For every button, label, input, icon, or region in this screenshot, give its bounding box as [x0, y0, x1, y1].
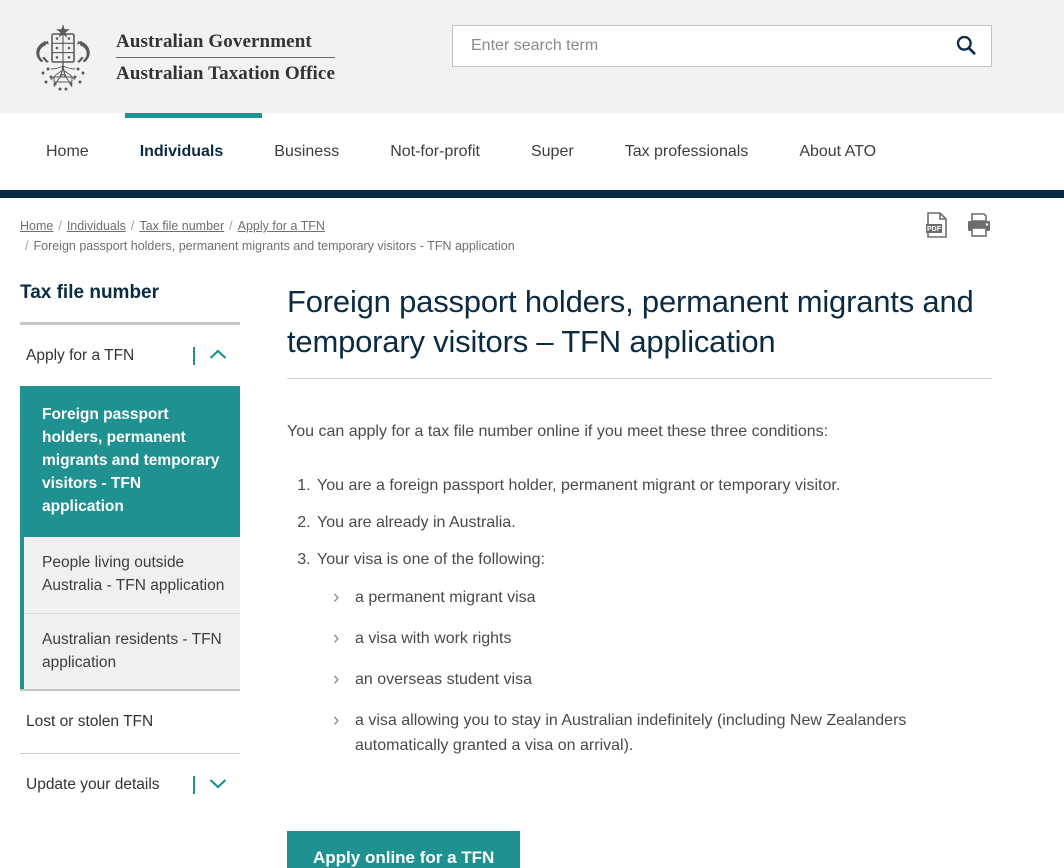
visa-item: a permanent migrant visa — [329, 583, 992, 612]
breadcrumb-separator: / — [25, 239, 29, 253]
sidebar-item-people-living-outside-australia[interactable]: People living outside Australia - TFN ap… — [24, 537, 240, 614]
breadcrumb-separator: / — [229, 219, 233, 233]
intro-paragraph: You can apply for a tax file number onli… — [287, 423, 829, 441]
condition-text: Your visa is one of the following: — [317, 551, 545, 569]
pdf-download-icon[interactable]: PDF — [925, 212, 949, 238]
sidebar-item-lost-or-stolen-tfn[interactable]: Lost or stolen TFN — [20, 691, 240, 755]
main-navigation[interactable]: Home Individuals Business Not-for-profit… — [0, 113, 1064, 190]
nav-item-home[interactable]: Home — [46, 143, 89, 161]
brand-line-ato: Australian Taxation Office — [116, 63, 336, 84]
nav-item-business[interactable]: Business — [274, 143, 339, 161]
nav-items: Home Individuals Business Not-for-profit… — [0, 113, 1064, 190]
active-tab-indicator — [125, 113, 262, 118]
page-layout: Tax file number Apply for a TFN Foreign … — [0, 256, 1064, 868]
breadcrumb-separator: / — [130, 219, 135, 233]
main-content: Foreign passport holders, permanent migr… — [240, 282, 1064, 868]
sidebar-sub-list: Foreign passport holders, permanent migr… — [20, 386, 240, 690]
sidebar-title: Tax file number — [20, 282, 160, 303]
visa-list: a permanent migrant visa a visa with wor… — [317, 583, 992, 759]
print-icon[interactable] — [966, 212, 992, 238]
chevron-down-icon — [209, 776, 227, 794]
condition-item: You are a foreign passport holder, perma… — [315, 474, 992, 498]
nav-item-about-ato[interactable]: About ATO — [799, 143, 876, 161]
sidebar-item-foreign-passport-holders[interactable]: Foreign passport holders, permanent migr… — [24, 386, 240, 537]
sidebar-item-australian-residents[interactable]: Australian residents - TFN application — [24, 614, 240, 690]
brand-text: Australian Government Australian Taxatio… — [116, 27, 336, 86]
visa-item: an overseas student visa — [329, 665, 992, 694]
sidebar-group-toggle[interactable] — [193, 776, 240, 795]
conditions-list: You are a foreign passport holder, perma… — [287, 474, 992, 758]
visa-item: a visa allowing you to stay in Australia… — [329, 706, 992, 759]
search-icon — [955, 34, 977, 59]
search-button[interactable] — [953, 34, 979, 59]
breadcrumb-link-home[interactable]: Home — [20, 219, 53, 233]
sidebar-group-label: Apply for a TFN — [26, 347, 135, 364]
nav-item-tax-professionals[interactable]: Tax professionals — [625, 143, 749, 161]
breadcrumb: Home / Individuals / Tax file number / Apply f… — [0, 198, 720, 256]
page-title-rule — [287, 378, 992, 380]
breadcrumb-link-apply-for-a-tfn[interactable]: Apply for a TFN — [238, 219, 325, 233]
visa-item: a visa with work rights — [329, 624, 992, 653]
search-input[interactable] — [469, 26, 953, 66]
page-title: Foreign passport holders, permanent migr… — [287, 284, 974, 359]
condition-item: You are already in Australia. — [315, 511, 992, 535]
breadcrumb-link-tax-file-number[interactable]: Tax file number — [139, 219, 224, 233]
sidebar-group-label: Update your details — [26, 776, 160, 794]
apply-online-button[interactable]: Apply online for a TFN — [287, 831, 521, 868]
nav-item-individuals[interactable]: Individuals — [140, 143, 224, 161]
sidebar-group-toggle[interactable] — [193, 347, 240, 365]
svg-text:PDF: PDF — [927, 226, 942, 233]
brand-lockup[interactable]: Australian Government Australian Taxatio… — [18, 20, 336, 94]
condition-item: Your visa is one of the following: a per… — [315, 548, 992, 758]
sidebar-group-update-your-details[interactable]: Update your details — [20, 754, 240, 815]
brand-line-government: Australian Government — [116, 31, 312, 53]
breadcrumb-link-individuals[interactable]: Individuals — [67, 219, 126, 233]
page-tools: PDF — [925, 212, 992, 238]
chevron-up-icon — [209, 347, 227, 365]
australian-coat-of-arms-icon — [18, 20, 108, 94]
breadcrumb-separator: / — [58, 219, 62, 233]
brand-divider — [116, 57, 336, 58]
site-header: Australian Government Australian Taxatio… — [0, 0, 1064, 113]
nav-bottom-rule — [0, 190, 1064, 198]
site-search[interactable] — [452, 25, 992, 67]
nav-item-super[interactable]: Super — [531, 143, 574, 161]
search-box[interactable] — [452, 25, 992, 67]
nav-item-not-for-profit[interactable]: Not-for-profit — [390, 143, 480, 161]
sidebar-group-apply-for-a-tfn[interactable]: Apply for a TFN — [20, 325, 240, 386]
sidebar: Tax file number Apply for a TFN Foreign … — [0, 282, 240, 868]
breadcrumb-current: Foreign passport holders, permanent migr… — [33, 239, 515, 253]
